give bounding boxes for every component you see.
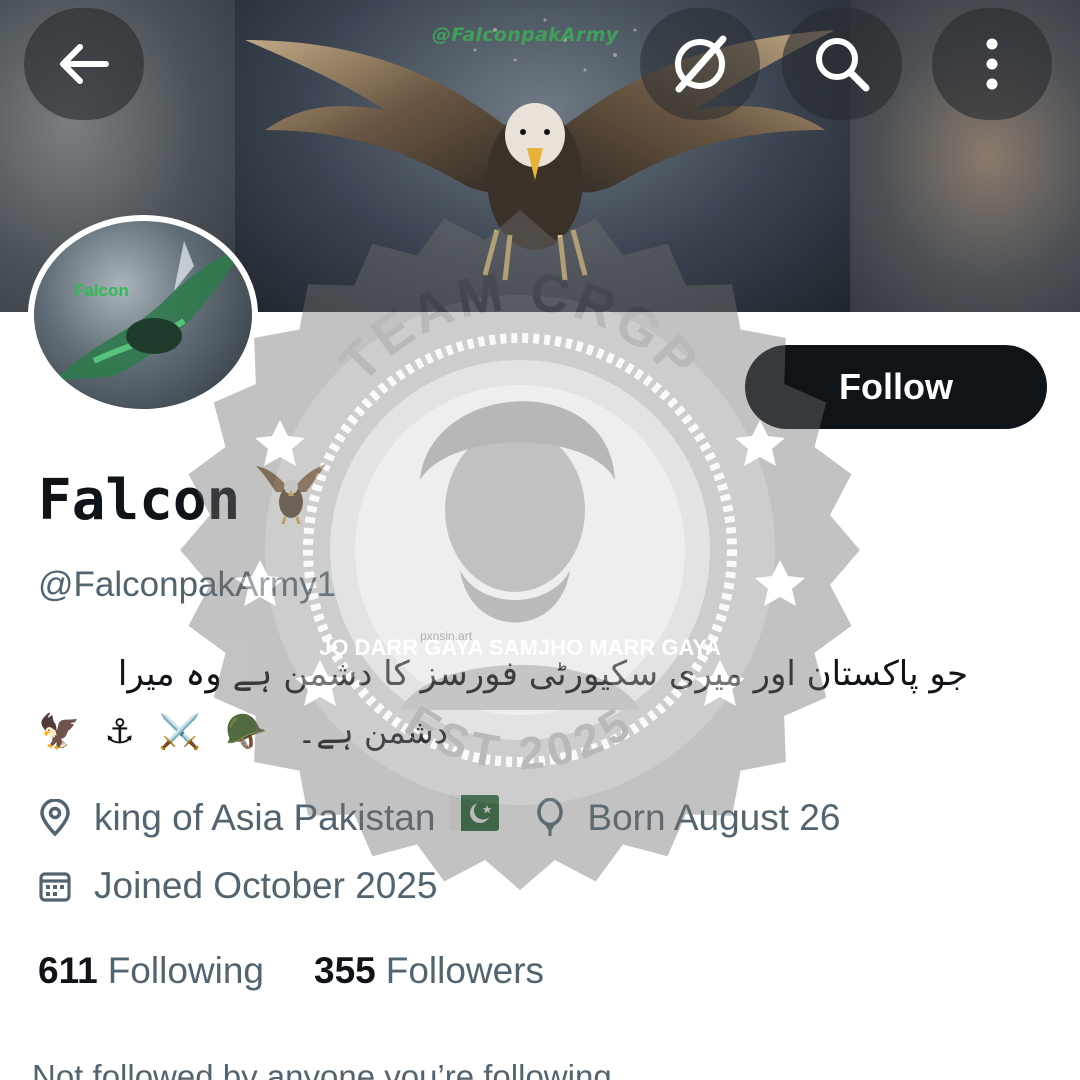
location: king of Asia Pakistan: [38, 795, 500, 840]
avatar-label: Falcon: [74, 281, 129, 300]
calendar-icon: [38, 869, 72, 903]
following-label: Following: [107, 950, 264, 991]
eagle-illustration: [245, 18, 835, 281]
location-text: king of Asia Pakistan: [94, 796, 436, 838]
bio-line-1: جو پاکستان اور میری سکیورٹی فورسز کا دشم…: [117, 654, 968, 694]
joined-text: Joined October 2025: [94, 865, 438, 906]
bio-emoji-list: 🦅 ⚓ ⚔️ 🪖: [38, 703, 268, 761]
back-button[interactable]: [24, 8, 144, 120]
followers-stat[interactable]: 355 Followers: [314, 950, 544, 992]
banner-watermark: @FalconpakArmy: [432, 24, 619, 46]
search-button[interactable]: [782, 8, 902, 120]
joined-row: Joined October 2025: [38, 865, 438, 907]
eagle-emoji: 🦅: [38, 712, 81, 752]
profile-avatar[interactable]: Falcon: [28, 215, 258, 415]
helmet-emoji: 🪖: [225, 712, 268, 752]
avatar-eagle-image: [54, 241, 244, 381]
grok-button[interactable]: [640, 8, 760, 120]
more-vertical-icon: [982, 36, 1002, 92]
balloon-icon: [535, 797, 565, 838]
bio-line-2-text: دشمن ہے۔: [297, 713, 448, 751]
display-name-text: Falcon: [38, 467, 241, 533]
stamp-credit: pxnsin.art: [420, 629, 473, 643]
display-name: Falcon: [38, 462, 327, 538]
follow-button[interactable]: Follow: [745, 345, 1047, 429]
handle: @FalconpakArmy1: [38, 565, 337, 604]
pakistan-flag-icon: [449, 795, 500, 840]
mutual-followers-note: Not followed by anyone you’re following: [32, 1058, 612, 1080]
arrow-left-icon: [56, 42, 112, 86]
following-count: 611: [38, 950, 98, 991]
bio-line-2: 🦅 ⚓ ⚔️ 🪖 دشمن ہے۔: [38, 703, 978, 761]
location-pin-icon: [38, 798, 72, 837]
follow-stats: 611 Following 355 Followers: [38, 950, 544, 992]
followers-label: Followers: [385, 950, 545, 991]
crossed-swords-emoji: ⚔️: [158, 712, 202, 752]
grok-icon: [669, 33, 731, 95]
birthday: Born August 26: [535, 797, 840, 839]
anchor-emoji: ⚓: [104, 712, 135, 752]
following-stat[interactable]: 611 Following: [38, 950, 264, 992]
followers-count: 355: [314, 950, 376, 991]
eagle-emoji-icon: [256, 462, 327, 538]
more-options-button[interactable]: [932, 8, 1052, 120]
bio: جو پاکستان اور میری سکیورٹی فورسز کا دشم…: [38, 645, 978, 761]
profile-meta-row: king of Asia Pakistan Born August 26: [38, 795, 840, 840]
search-icon: [812, 34, 872, 94]
birthday-text: Born August 26: [587, 796, 841, 838]
